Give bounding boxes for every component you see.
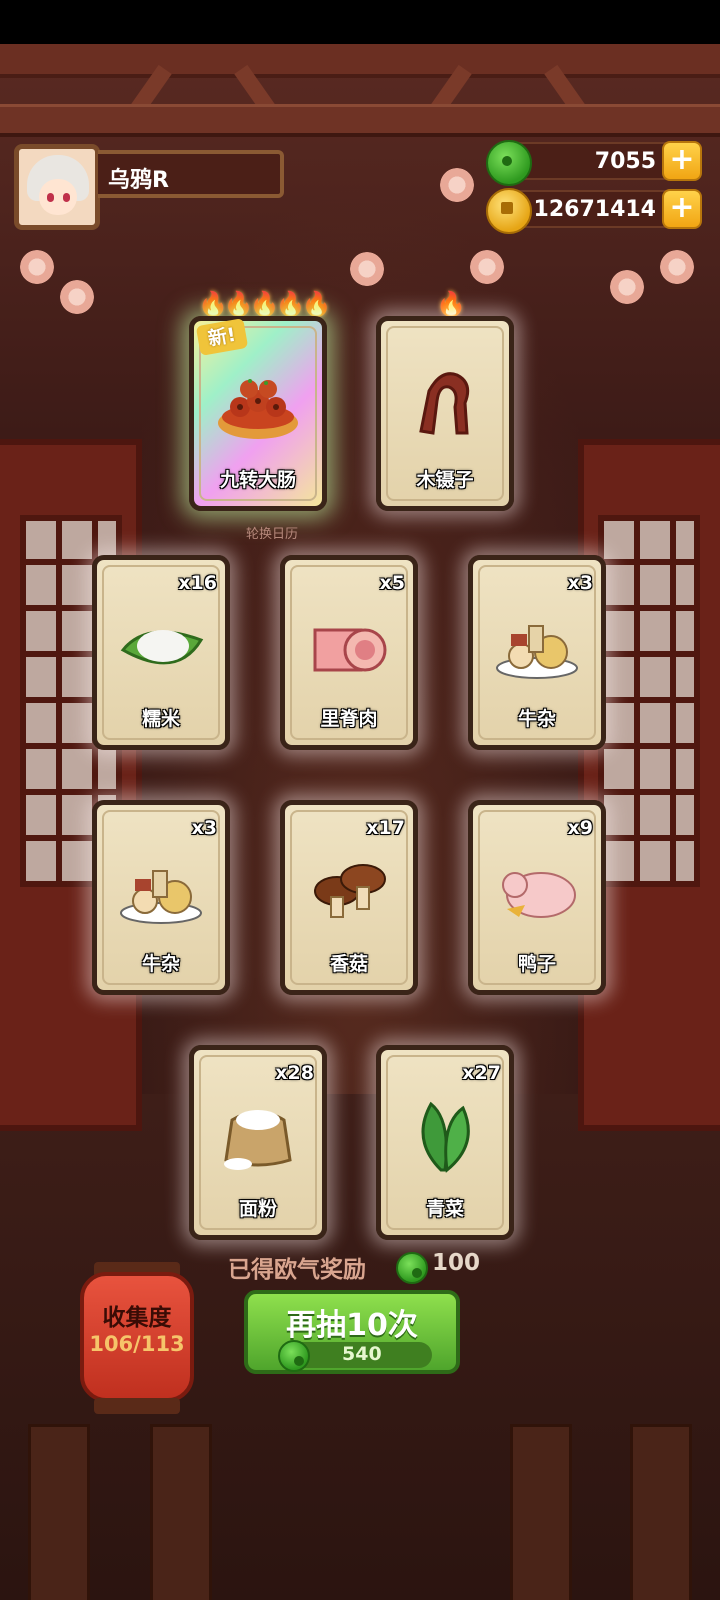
reward-card[interactable]: x16 糯米 xyxy=(92,555,230,750)
sticky-rice-icon xyxy=(120,630,204,665)
blossom-decoration xyxy=(20,250,54,284)
add-jade-button[interactable]: + xyxy=(662,141,702,181)
card-label: 牛杂 xyxy=(517,708,556,730)
jade-counter: 7055 + xyxy=(508,141,702,181)
jade-icon xyxy=(278,1340,310,1372)
beef-offal-icon xyxy=(496,625,578,679)
reward-card[interactable]: x3 牛杂 xyxy=(92,800,230,995)
bok-choy-icon xyxy=(421,1101,470,1173)
card-label: 九转大肠 xyxy=(219,469,296,491)
draw-again-button[interactable]: 再抽10次 540 xyxy=(244,1290,460,1374)
reward-value: 100 xyxy=(432,1250,481,1276)
braised-intestine-icon xyxy=(218,379,298,439)
card-label: 鸭子 xyxy=(517,953,556,975)
fence-post xyxy=(630,1424,692,1600)
right-door xyxy=(578,439,720,1131)
player-avatar[interactable] xyxy=(14,144,100,230)
blossom-decoration xyxy=(350,252,384,286)
coin-value: 12671414 xyxy=(533,197,656,222)
card-label: 牛杂 xyxy=(141,953,180,975)
roof-beam xyxy=(0,44,720,78)
reward-card[interactable]: x3 牛杂 xyxy=(468,555,606,750)
calendar-label[interactable]: 轮换日历 xyxy=(246,523,298,542)
jade-value: 7055 xyxy=(594,149,656,174)
draw-cost-value: 540 xyxy=(342,1343,382,1365)
tenderloin-icon xyxy=(313,628,387,672)
featured-card[interactable]: 木镊子 xyxy=(376,316,514,511)
draw-again-label: 再抽10次 xyxy=(286,1308,418,1343)
card-label: 木镊子 xyxy=(416,469,474,491)
card-count: x3 xyxy=(567,572,593,594)
jade-icon xyxy=(396,1252,428,1284)
blossom-decoration xyxy=(660,250,694,284)
blossom-decoration xyxy=(470,250,504,284)
fence-post xyxy=(150,1424,212,1600)
roof-beam xyxy=(0,104,720,137)
card-label: 香菇 xyxy=(329,953,368,975)
reward-label: 已得欧气奖励 xyxy=(228,1257,366,1283)
wooden-tongs-icon xyxy=(419,372,470,435)
reward-card[interactable]: x9 鸭子 xyxy=(468,800,606,995)
collection-progress: 106/113 xyxy=(89,1332,185,1356)
blossom-decoration xyxy=(610,270,644,304)
card-label: 里脊肉 xyxy=(320,708,378,730)
card-count: x17 xyxy=(366,817,405,839)
jade-icon xyxy=(486,140,532,186)
duck-icon xyxy=(502,872,576,918)
draw-cost: 540 xyxy=(278,1340,432,1372)
fence-post xyxy=(510,1424,572,1600)
card-count: x3 xyxy=(191,817,217,839)
card-count: x16 xyxy=(178,572,217,594)
card-count: x28 xyxy=(275,1062,314,1084)
add-coin-button[interactable]: + xyxy=(662,189,702,229)
coin-counter: 12671414 + xyxy=(508,189,702,229)
lantern-base xyxy=(94,1398,180,1414)
blossom-decoration xyxy=(440,168,474,202)
fence-post xyxy=(28,1424,90,1600)
collection-lantern[interactable]: 收集度 106/113 xyxy=(80,1272,194,1402)
rarity-flames: 🔥🔥🔥🔥🔥 xyxy=(198,290,331,318)
reward-card[interactable]: x5 里脊肉 xyxy=(280,555,418,750)
player-name-bar: 乌鸦R xyxy=(98,150,284,198)
flour-sack-icon xyxy=(224,1110,292,1170)
card-count: x27 xyxy=(462,1062,501,1084)
reward-card[interactable]: x27 青菜 xyxy=(376,1045,514,1240)
beef-offal-icon xyxy=(120,870,202,924)
left-door xyxy=(0,439,142,1131)
card-count: x9 xyxy=(567,817,593,839)
card-label: 面粉 xyxy=(238,1198,277,1220)
reward-card[interactable]: x28 面粉 xyxy=(189,1045,327,1240)
blossom-decoration xyxy=(60,280,94,314)
shiitake-mushroom-icon xyxy=(314,864,386,918)
rarity-flames: 🔥 xyxy=(436,290,466,318)
card-label: 糯米 xyxy=(141,708,180,730)
player-name: 乌鸦R xyxy=(108,168,169,193)
card-count: x5 xyxy=(379,572,405,594)
card-label: 青菜 xyxy=(425,1198,464,1220)
reward-card[interactable]: x17 香菇 xyxy=(280,800,418,995)
coin-icon xyxy=(486,188,532,234)
collection-title: 收集度 xyxy=(102,1305,172,1331)
